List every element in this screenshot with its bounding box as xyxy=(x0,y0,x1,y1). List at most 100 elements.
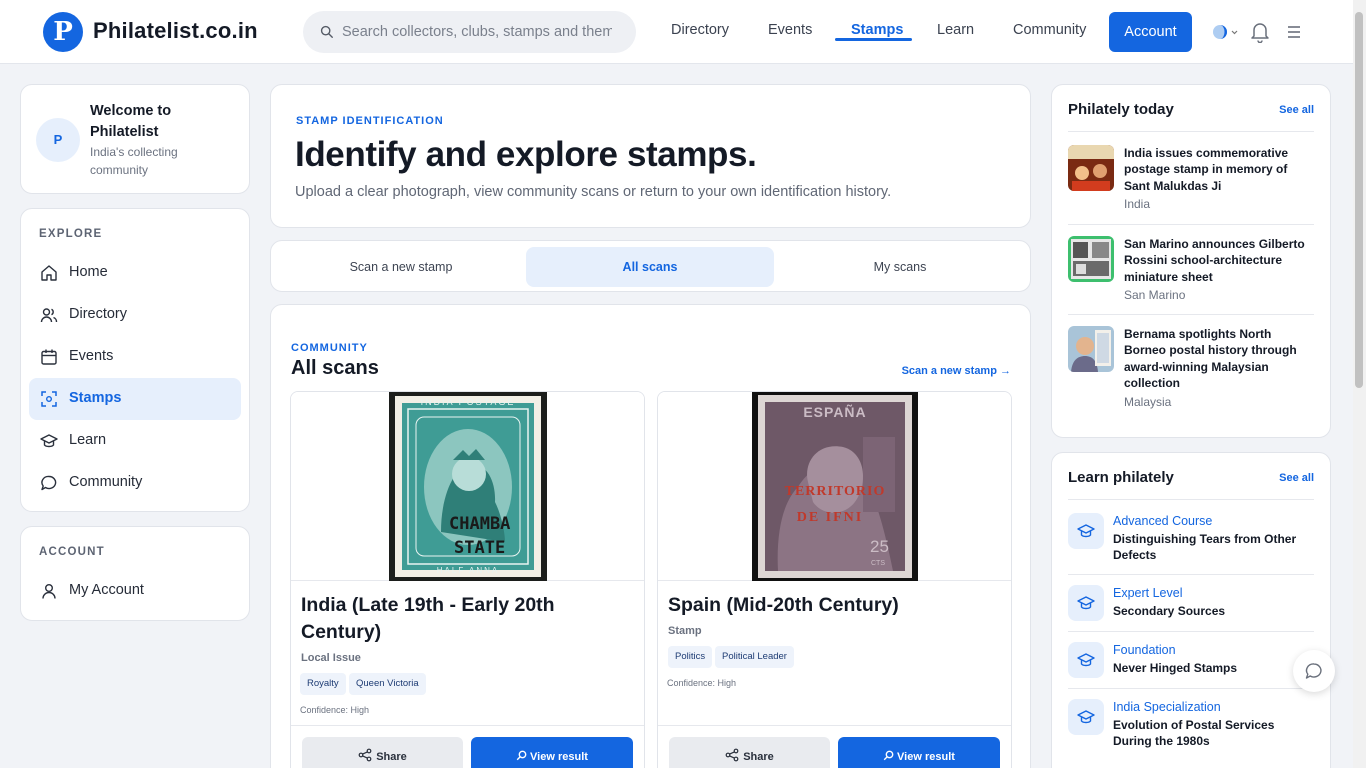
divider xyxy=(1068,224,1314,225)
philately-today-title: Philately today xyxy=(1068,101,1174,118)
divider xyxy=(658,725,1011,726)
tag[interactable]: Politics xyxy=(668,646,713,668)
scan-card[interactable]: ESPAÑA TERRITORIO DE IFNI 25 CTS Spain (… xyxy=(657,391,1012,768)
sidebar-item-learn[interactable]: Learn xyxy=(29,420,241,462)
calendar-icon xyxy=(41,349,57,365)
sidebar-item-events[interactable]: Events xyxy=(29,336,241,378)
svg-text:HALF ANNA: HALF ANNA xyxy=(437,566,499,575)
stamp-overprint-line-1: TERRITORIO xyxy=(785,484,886,499)
view-result-label: View result xyxy=(530,751,588,763)
course-level[interactable]: Foundation xyxy=(1113,643,1176,657)
account-button[interactable]: Account xyxy=(1109,12,1192,52)
sidebar-item-label: Stamps xyxy=(69,390,122,406)
site-name[interactable]: Philatelist.co.in xyxy=(93,18,258,44)
confidence: Confidence: High xyxy=(300,705,370,715)
sidebar-item-community[interactable]: Community xyxy=(29,462,241,504)
scan-new-link[interactable]: Scan a new stamp → xyxy=(902,365,1011,377)
welcome-subtitle: India's collecting community xyxy=(90,145,178,177)
course-level[interactable]: Expert Level xyxy=(1113,586,1182,600)
view-result-button[interactable]: View result xyxy=(838,737,1000,768)
course-title[interactable]: Distinguishing Tears from Other Defects xyxy=(1113,531,1303,564)
share-button[interactable]: Share xyxy=(669,737,830,768)
graduation-cap-icon xyxy=(1068,699,1104,735)
chat-button[interactable] xyxy=(1293,650,1335,692)
course-title[interactable]: Never Hinged Stamps xyxy=(1113,660,1303,676)
confidence: Confidence: High xyxy=(667,678,737,688)
search-bar[interactable] xyxy=(303,11,636,53)
scan-icon xyxy=(41,391,57,407)
view-result-label: View result xyxy=(897,751,955,763)
learn-philately-title: Learn philately xyxy=(1068,469,1174,486)
sidebar-item-label: My Account xyxy=(69,582,144,598)
nav-stamps[interactable]: Stamps xyxy=(851,22,903,38)
explore-label: EXPLORE xyxy=(39,228,103,240)
graduation-cap-icon xyxy=(40,434,58,448)
bell-icon[interactable] xyxy=(1250,21,1270,43)
learn-philately-card: Learn philately See all Advanced Course … xyxy=(1051,452,1331,768)
course-title[interactable]: Evolution of Postal Services During the … xyxy=(1113,717,1303,750)
user-icon xyxy=(42,584,56,599)
view-result-button[interactable]: View result xyxy=(471,737,633,768)
tab-scan-new[interactable]: Scan a new stamp xyxy=(277,247,525,287)
course-title[interactable]: Secondary Sources xyxy=(1113,603,1303,619)
news-location: India xyxy=(1124,197,1151,211)
svg-text:INDIA POSTAGE: INDIA POSTAGE xyxy=(421,397,516,407)
tab-my-scans[interactable]: My scans xyxy=(776,247,1024,287)
scans-panel: COMMUNITY All scans Scan a new stamp → I… xyxy=(270,304,1031,768)
sidebar-item-label: Community xyxy=(69,474,143,490)
nav-events[interactable]: Events xyxy=(768,22,812,38)
sidebar-item-home[interactable]: Home xyxy=(29,252,241,294)
hero-eyebrow: STAMP IDENTIFICATION xyxy=(296,115,444,127)
tab-all-scans[interactable]: All scans xyxy=(526,247,774,287)
graduation-cap-icon xyxy=(1068,585,1104,621)
sidebar-item-directory[interactable]: Directory xyxy=(29,294,241,336)
tag[interactable]: Queen Victoria xyxy=(349,673,426,695)
chat-icon xyxy=(41,475,57,491)
nav-community[interactable]: Community xyxy=(1013,22,1086,38)
divider xyxy=(291,725,644,726)
scan-type: Local Issue xyxy=(301,652,361,664)
course-level[interactable]: India Specialization xyxy=(1113,700,1221,714)
search-input[interactable] xyxy=(342,11,612,53)
news-thumbnail[interactable] xyxy=(1068,145,1114,191)
nav-directory[interactable]: Directory xyxy=(671,22,729,38)
logo-mark[interactable]: P xyxy=(43,12,83,52)
theme-toggle-icon[interactable] xyxy=(1211,23,1239,41)
see-all-learn-link[interactable]: See all xyxy=(1279,472,1314,484)
nav-learn[interactable]: Learn xyxy=(937,22,974,38)
news-thumbnail[interactable] xyxy=(1068,236,1114,282)
tag[interactable]: Royalty xyxy=(300,673,346,695)
scans-eyebrow: COMMUNITY xyxy=(291,342,368,354)
divider xyxy=(1068,574,1314,575)
sidebar-item-label: Learn xyxy=(69,432,107,448)
svg-text:CTS: CTS xyxy=(871,560,885,567)
search-icon xyxy=(883,750,894,761)
sidebar-item-label: Home xyxy=(69,264,108,280)
sidebar-item-my-account[interactable]: My Account xyxy=(29,570,241,612)
scrollbar-thumb[interactable] xyxy=(1355,12,1363,388)
news-title[interactable]: Bernama spotlights North Borneo postal h… xyxy=(1124,326,1314,391)
avatar: P xyxy=(36,118,80,162)
menu-icon[interactable] xyxy=(1286,25,1302,39)
news-title[interactable]: San Marino announces Gilberto Rossini sc… xyxy=(1124,236,1314,285)
stamp-image[interactable]: INDIA POSTAGE CHAMBA STATE HALF ANNA xyxy=(291,392,644,581)
account-nav: ACCOUNT My Account xyxy=(20,526,250,621)
scan-card[interactable]: INDIA POSTAGE CHAMBA STATE HALF ANNA Ind… xyxy=(290,391,645,768)
tag[interactable]: Political Leader xyxy=(715,646,794,668)
graduation-cap-icon xyxy=(1068,513,1104,549)
scan-title[interactable]: India (Late 19th - Early 20th Century) xyxy=(301,592,631,646)
sidebar-item-stamps[interactable]: Stamps xyxy=(29,378,241,420)
search-icon xyxy=(320,25,333,38)
share-button[interactable]: Share xyxy=(302,737,463,768)
stamp-image[interactable]: ESPAÑA TERRITORIO DE IFNI 25 CTS xyxy=(658,392,1011,581)
see-all-news-link[interactable]: See all xyxy=(1279,104,1314,116)
page-scrollbar[interactable] xyxy=(1353,0,1366,768)
home-icon xyxy=(41,265,57,281)
graduation-cap-icon xyxy=(1068,642,1104,678)
news-thumbnail[interactable] xyxy=(1068,326,1114,372)
course-level[interactable]: Advanced Course xyxy=(1113,514,1212,528)
scan-title[interactable]: Spain (Mid-20th Century) xyxy=(668,592,998,619)
account-label: ACCOUNT xyxy=(39,546,105,558)
share-icon xyxy=(725,748,739,762)
news-title[interactable]: India issues commemorative postage stamp… xyxy=(1124,145,1314,194)
